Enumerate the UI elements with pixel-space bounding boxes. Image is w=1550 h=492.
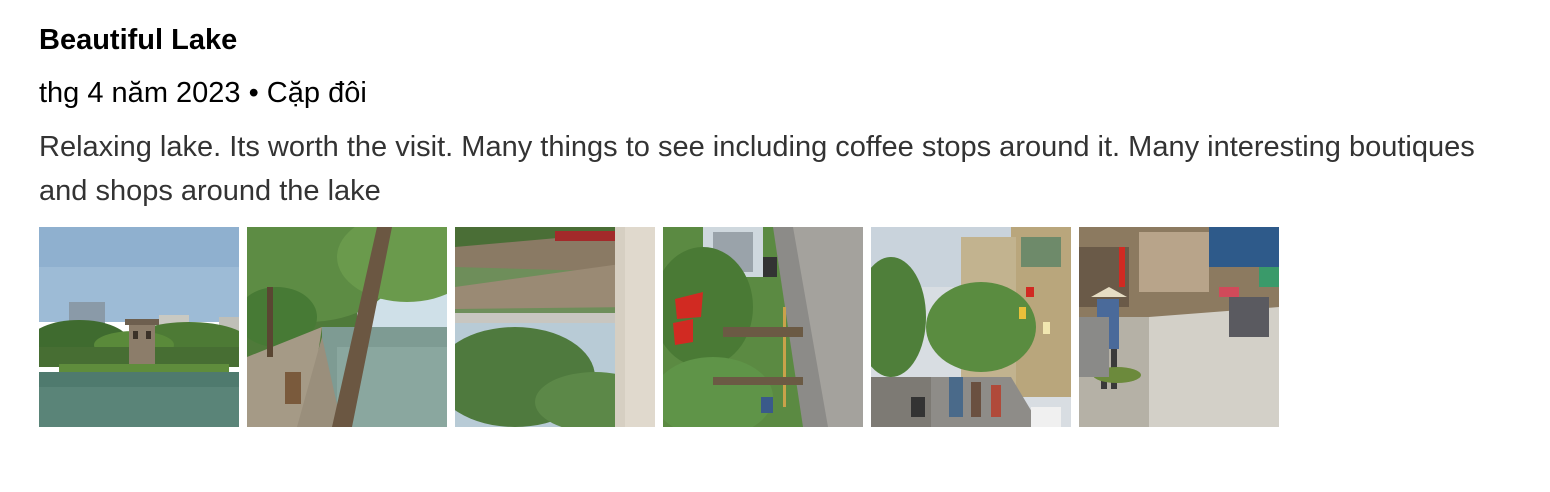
lakeside-path-photo[interactable] [247, 227, 447, 427]
review-meta: thg 4 năm 2023 • Cặp đôi [39, 77, 367, 109]
rotated-trees-photo[interactable] [455, 227, 655, 427]
review-card: Beautiful Lake thg 4 năm 2023 • Cặp đôi … [39, 22, 1519, 427]
lake-pagoda-photo[interactable] [39, 227, 239, 427]
photo-row [39, 227, 1519, 427]
street-traffic-photo[interactable] [871, 227, 1071, 427]
street-vendor-photo[interactable] [1079, 227, 1279, 427]
review-body: Relaxing lake. Its worth the visit. Many… [39, 131, 1475, 207]
rotated-street-flags-photo[interactable] [663, 227, 863, 427]
review-title[interactable]: Beautiful Lake [39, 22, 1519, 58]
